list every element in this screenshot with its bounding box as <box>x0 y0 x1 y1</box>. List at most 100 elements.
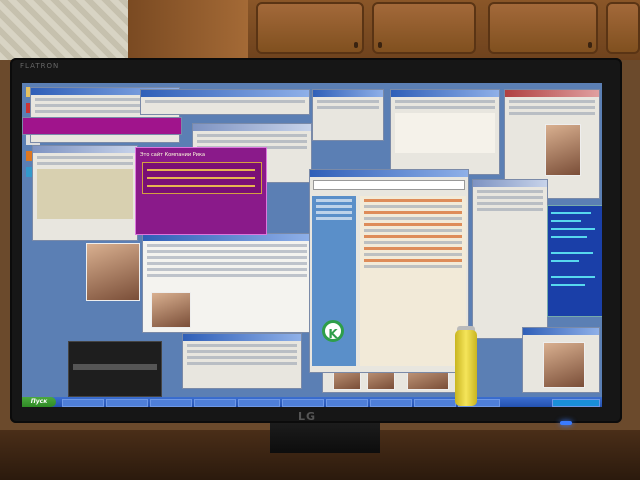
wallpaper <box>0 0 130 60</box>
taskbar-button[interactable] <box>106 399 148 407</box>
window-content <box>37 156 133 159</box>
text-line <box>147 169 255 171</box>
text-line <box>364 259 462 262</box>
window-content <box>395 100 495 103</box>
window-titlebar <box>505 90 599 97</box>
monitor-logo: LG <box>298 410 317 423</box>
window <box>522 327 600 393</box>
taskbar-button[interactable] <box>414 399 456 407</box>
cabinet-door <box>372 2 476 54</box>
window <box>182 333 302 389</box>
window-content <box>147 268 307 271</box>
browser-content <box>360 196 466 366</box>
window-content <box>147 244 307 247</box>
start-button[interactable]: Пуск <box>22 397 56 407</box>
photo-thumbnail <box>545 124 581 176</box>
window-content <box>147 250 307 253</box>
text-line <box>364 223 462 226</box>
taskbar-button[interactable] <box>282 399 324 407</box>
taskbar-button[interactable] <box>326 399 368 407</box>
window-content <box>197 134 307 137</box>
text-line <box>364 205 462 208</box>
text-line <box>364 211 462 214</box>
purple-window-title: Это сайт Компании Рика <box>140 152 206 158</box>
window-content <box>187 350 297 353</box>
window-content <box>317 100 379 103</box>
text-line <box>364 217 462 220</box>
window-content <box>316 217 352 220</box>
window-titlebar <box>310 170 468 177</box>
window-content <box>197 140 307 143</box>
window <box>472 179 548 339</box>
window-titlebar <box>141 90 309 97</box>
monitor-stand <box>270 423 380 453</box>
window-titlebar <box>391 90 499 97</box>
window-content <box>147 262 307 265</box>
window-content <box>145 100 305 103</box>
taskbar-button[interactable] <box>150 399 192 407</box>
text-line <box>147 185 255 187</box>
cabinet-door <box>488 2 598 54</box>
text-line <box>551 276 595 278</box>
window-content <box>316 199 352 202</box>
window-content <box>316 211 352 214</box>
window-titlebar <box>33 146 137 153</box>
window-content <box>37 169 133 219</box>
window-content <box>477 196 543 199</box>
window <box>142 233 312 333</box>
text-line <box>147 177 255 179</box>
terminal-window <box>547 205 602 317</box>
window-titlebar <box>473 180 547 187</box>
address-bar[interactable] <box>313 180 465 190</box>
window-content <box>509 112 595 115</box>
text-line <box>551 228 595 230</box>
text-line <box>364 229 462 232</box>
text-line <box>364 247 462 250</box>
purple-window: Это сайт Компании Рика <box>135 147 267 235</box>
window-content <box>317 106 379 109</box>
text-line <box>364 265 462 268</box>
cabinet-knob <box>378 42 382 48</box>
window-content <box>316 205 352 208</box>
kitchen-cabinets <box>248 0 640 60</box>
photo-thumbnail <box>151 292 191 328</box>
window-titlebar <box>183 334 301 341</box>
taskbar-button[interactable] <box>194 399 236 407</box>
text-line <box>551 220 581 222</box>
text-line <box>551 212 591 214</box>
lighter <box>455 330 477 406</box>
taskbar-button[interactable] <box>238 399 280 407</box>
taskbar-button[interactable] <box>370 399 412 407</box>
text-line <box>551 236 587 238</box>
text-line <box>364 199 462 202</box>
text-line <box>364 253 462 256</box>
window-content <box>37 162 133 165</box>
cabinet-door <box>606 2 640 54</box>
purple-window-content <box>142 162 262 194</box>
dark-window <box>68 341 162 397</box>
system-tray <box>552 399 600 407</box>
window <box>312 89 384 141</box>
window <box>22 117 182 135</box>
window-content <box>187 344 297 347</box>
text-line <box>551 284 585 286</box>
cabinet-knob <box>354 42 358 48</box>
text-line <box>364 241 462 244</box>
window-titlebar <box>143 234 311 241</box>
window-content <box>395 106 495 109</box>
window <box>390 89 500 175</box>
cabinet-knob <box>588 42 592 48</box>
taskbar-button[interactable] <box>62 399 104 407</box>
dark-window-stripe <box>73 364 157 370</box>
window-content <box>147 256 307 259</box>
window-content <box>509 106 595 109</box>
window-content <box>477 208 543 211</box>
cabinet-side <box>128 0 248 60</box>
window <box>32 145 138 241</box>
window-content <box>187 356 297 359</box>
text-line <box>551 260 579 262</box>
cabinet-door <box>256 2 364 54</box>
window-titlebar <box>523 328 599 335</box>
kaspersky-logo-icon: K <box>322 320 344 342</box>
text-line <box>551 252 593 254</box>
